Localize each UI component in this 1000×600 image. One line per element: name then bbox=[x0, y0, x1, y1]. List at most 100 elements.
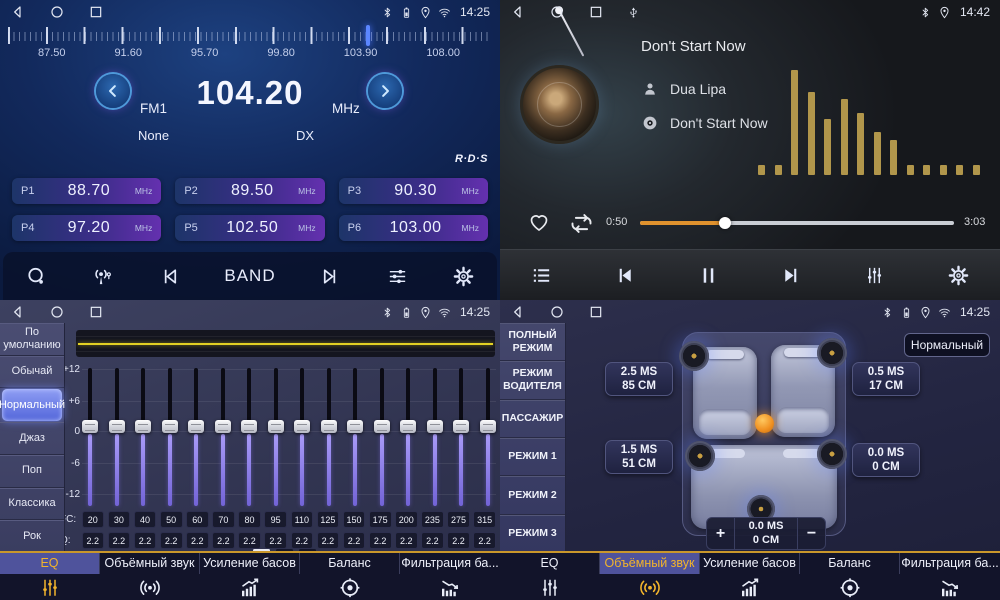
slider-handle[interactable] bbox=[162, 420, 178, 433]
slider-handle[interactable] bbox=[453, 420, 469, 433]
slider-handle[interactable] bbox=[109, 420, 125, 433]
tab-label[interactable]: EQ bbox=[500, 553, 600, 574]
radio-preset-p1[interactable]: P188.70MHz bbox=[12, 178, 161, 204]
tab-bass-boost[interactable]: Усиление басов bbox=[200, 553, 300, 600]
playlist-icon[interactable] bbox=[530, 264, 553, 287]
rear-left-delay-button[interactable]: 1.5 MS 51 CM bbox=[605, 440, 673, 474]
tab-label[interactable]: Баланс bbox=[800, 553, 900, 574]
recents-icon[interactable] bbox=[88, 4, 104, 20]
tab-balance[interactable]: Баланс bbox=[300, 553, 400, 600]
home-icon[interactable] bbox=[549, 304, 565, 320]
eq-preset-item[interactable]: По умолчанию bbox=[0, 323, 64, 356]
eq-band-slider[interactable] bbox=[400, 366, 416, 508]
tab-label[interactable]: EQ bbox=[0, 553, 100, 574]
radio-preset-p3[interactable]: P390.30MHz bbox=[339, 178, 488, 204]
eq-band-slider[interactable] bbox=[268, 366, 284, 508]
home-icon[interactable] bbox=[49, 4, 65, 20]
eq-preset-item[interactable]: Нормальный bbox=[2, 389, 62, 421]
back-icon[interactable] bbox=[10, 4, 26, 20]
slider-handle[interactable] bbox=[374, 420, 390, 433]
eq-preset-item[interactable]: Джаз bbox=[0, 422, 64, 455]
eq-band-slider[interactable] bbox=[82, 366, 98, 508]
decrease-button[interactable]: − bbox=[798, 518, 825, 549]
eq-band-slider[interactable] bbox=[294, 366, 310, 508]
seek-down-button[interactable] bbox=[96, 74, 130, 108]
slider-handle[interactable] bbox=[427, 420, 443, 433]
tab-eq[interactable]: EQ bbox=[500, 553, 600, 600]
progress-bar[interactable] bbox=[640, 221, 954, 225]
tab-balance[interactable]: Баланс bbox=[800, 553, 900, 600]
radio-preset-p2[interactable]: P289.50MHz bbox=[175, 178, 324, 204]
front-right-delay-button[interactable]: 0.5 MS 17 CM bbox=[852, 362, 920, 396]
back-icon[interactable] bbox=[510, 304, 526, 320]
slider-handle[interactable] bbox=[294, 420, 310, 433]
eq-band-slider[interactable] bbox=[135, 366, 151, 508]
pause-icon[interactable] bbox=[697, 264, 720, 287]
back-icon[interactable] bbox=[10, 304, 26, 320]
previous-icon[interactable] bbox=[158, 265, 181, 288]
recents-icon[interactable] bbox=[588, 4, 604, 20]
band-button[interactable]: BAND bbox=[224, 266, 275, 286]
eq-band-slider[interactable] bbox=[480, 366, 496, 508]
eq-band-slider[interactable] bbox=[427, 366, 443, 508]
tab-filter[interactable]: Фильтрация ба... bbox=[900, 553, 1000, 600]
slider-handle[interactable] bbox=[400, 420, 416, 433]
surround-mode-item[interactable]: РЕЖИМ 1 bbox=[500, 438, 565, 476]
settings-gear-icon[interactable] bbox=[947, 264, 970, 287]
eq-band-slider[interactable] bbox=[109, 366, 125, 508]
audio-settings-icon[interactable] bbox=[386, 265, 409, 288]
repeat-icon[interactable] bbox=[568, 210, 595, 237]
seek-up-button[interactable] bbox=[368, 74, 402, 108]
eq-preset-item[interactable]: Обычай bbox=[0, 356, 64, 389]
slider-handle[interactable] bbox=[188, 420, 204, 433]
eq-band-slider[interactable] bbox=[215, 366, 231, 508]
tab-label[interactable]: Баланс bbox=[300, 553, 400, 574]
slider-handle[interactable] bbox=[268, 420, 284, 433]
slider-handle[interactable] bbox=[135, 420, 151, 433]
frequency-scale[interactable] bbox=[8, 26, 492, 46]
home-icon[interactable] bbox=[549, 4, 565, 20]
surround-mode-item[interactable]: РЕЖИМ 2 bbox=[500, 476, 565, 514]
previous-track-icon[interactable] bbox=[613, 264, 636, 287]
slider-handle[interactable] bbox=[241, 420, 257, 433]
eq-preset-item[interactable]: Поп bbox=[0, 455, 64, 488]
tab-surround-sound[interactable]: Объёмный звук bbox=[600, 553, 700, 600]
tab-label[interactable]: Усиление басов bbox=[200, 553, 300, 574]
surround-mode-item[interactable]: РЕЖИМ 3 bbox=[500, 515, 565, 553]
slider-handle[interactable] bbox=[347, 420, 363, 433]
surround-mode-item[interactable]: ПАССАЖИР bbox=[500, 400, 565, 438]
settings-gear-icon[interactable] bbox=[452, 265, 475, 288]
increase-button[interactable]: + bbox=[707, 518, 734, 549]
recents-icon[interactable] bbox=[88, 304, 104, 320]
tab-surround-sound[interactable]: Объёмный звук bbox=[100, 553, 200, 600]
next-track-icon[interactable] bbox=[780, 264, 803, 287]
tab-filter[interactable]: Фильтрация ба... bbox=[400, 553, 500, 600]
eq-preset-item[interactable]: Классика bbox=[0, 488, 64, 521]
next-icon[interactable] bbox=[319, 265, 342, 288]
eq-band-slider[interactable] bbox=[374, 366, 390, 508]
radio-preset-p4[interactable]: P497.20MHz bbox=[12, 215, 161, 241]
eq-band-slider[interactable] bbox=[453, 366, 469, 508]
slider-handle[interactable] bbox=[321, 420, 337, 433]
tab-label[interactable]: Объёмный звук bbox=[100, 553, 200, 574]
favorite-icon[interactable] bbox=[527, 210, 551, 234]
surround-preset-button[interactable]: Нормальный bbox=[904, 333, 990, 357]
scan-icon[interactable] bbox=[25, 265, 48, 288]
eq-band-slider[interactable] bbox=[188, 366, 204, 508]
radio-preset-p5[interactable]: P5102.50MHz bbox=[175, 215, 324, 241]
slider-handle[interactable] bbox=[215, 420, 231, 433]
front-left-delay-button[interactable]: 2.5 MS 85 CM bbox=[605, 362, 673, 396]
equalizer-icon[interactable] bbox=[863, 264, 886, 287]
radio-tuner-icon[interactable] bbox=[91, 265, 114, 288]
tab-label[interactable]: Фильтрация ба... bbox=[400, 553, 500, 574]
tab-label[interactable]: Фильтрация ба... bbox=[900, 553, 1000, 574]
eq-band-slider[interactable] bbox=[347, 366, 363, 508]
eq-band-slider[interactable] bbox=[162, 366, 178, 508]
progress-knob[interactable] bbox=[719, 217, 731, 229]
eq-band-slider[interactable] bbox=[241, 366, 257, 508]
slider-handle[interactable] bbox=[82, 420, 98, 433]
recents-icon[interactable] bbox=[588, 304, 604, 320]
tab-label[interactable]: Объёмный звук bbox=[600, 553, 700, 574]
eq-preset-item[interactable]: Рок bbox=[0, 520, 64, 553]
slider-handle[interactable] bbox=[480, 420, 496, 433]
